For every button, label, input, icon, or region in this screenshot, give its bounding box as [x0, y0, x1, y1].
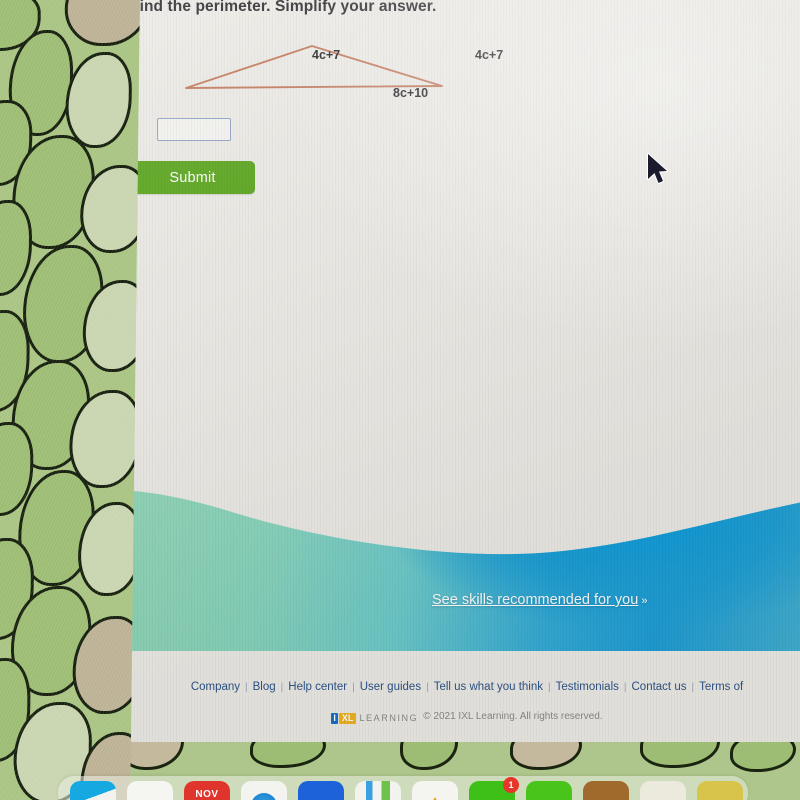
ixl-logo-xl: XL [338, 713, 357, 724]
footer-link-help-center[interactable]: Help center [288, 681, 347, 693]
leaf-texture-grain [0, 0, 141, 800]
footer-link-contact-us[interactable]: Contact us [632, 681, 687, 693]
question-prompt: Find the perimeter. Simplify your answer… [130, 0, 437, 15]
footer-links: Company | Blog | Help center | User guides | Tel… [122, 681, 800, 693]
promo-wave-banner [122, 466, 800, 651]
footer-separator: | [623, 682, 627, 693]
dock-icon-photos-app[interactable] [412, 781, 458, 800]
dock-icon-podcasts-app[interactable] [583, 781, 629, 800]
footer-separator: | [548, 682, 551, 693]
see-skills-link[interactable]: See skills recommended for you» [432, 592, 647, 608]
triangle-label-left-side: 4c+7 [312, 48, 341, 62]
dock-icon-music-app[interactable] [526, 781, 572, 800]
ixl-logo-word: LEARNING [359, 713, 419, 723]
triangle-label-right-side: 4c+7 [475, 48, 504, 62]
dock-icon-messages-badge-app[interactable]: 1 [469, 777, 519, 800]
triangle-figure: 4c+7 4c+7 8c+10 [142, 26, 562, 106]
dock-icon-safari-app[interactable] [241, 781, 287, 800]
footer-separator: | [280, 682, 284, 693]
see-skills-label: See skills recommended for you [432, 592, 639, 608]
dock-icon-settings-app[interactable] [697, 781, 743, 800]
wave-top-mask [122, 466, 800, 555]
footer-separator: | [352, 682, 355, 693]
submit-button[interactable]: Submit [130, 161, 255, 194]
dock-icon-calendar-app[interactable]: NOV [184, 781, 230, 800]
copyright-text: © 2021 IXL Learning. All rights reserved… [423, 711, 603, 722]
dock-icon-files-app[interactable] [127, 781, 173, 800]
page-footer: Company | Blog | Help center | User guides | Tel… [122, 651, 800, 748]
ixl-logo-i: I [331, 713, 338, 724]
dock-icon-mail-app[interactable] [298, 781, 344, 800]
photographed-tablet-screen: Find the perimeter. Simplify your answer… [0, 0, 800, 800]
leaf-pattern-object [0, 0, 141, 800]
triangle-label-base: 8c+10 [393, 86, 429, 100]
tablet-dock: NOV 1 [58, 776, 748, 800]
ixl-question-page: Find the perimeter. Simplify your answer… [122, 0, 800, 748]
footer-separator: | [691, 682, 695, 693]
footer-link-user-guides[interactable]: User guides [360, 681, 421, 693]
ixl-logo: I XL LEARNING [331, 713, 418, 724]
footer-link-testimonials[interactable]: Testimonials [556, 681, 619, 693]
calendar-month-label: NOV [195, 789, 219, 800]
footer-separator: | [245, 682, 248, 693]
dock-icon-maps-app[interactable] [640, 781, 686, 800]
dock-icon-messages-app[interactable] [70, 781, 116, 800]
footer-separator: | [426, 682, 429, 693]
footer-link-company[interactable]: Company [191, 681, 240, 693]
footer-link-blog[interactable]: Blog [253, 681, 276, 693]
footer-link-tell-us-what-you-think[interactable]: Tell us what you think [434, 681, 543, 693]
answer-input[interactable] [157, 118, 231, 141]
notification-badge: 1 [503, 777, 519, 793]
see-skills-arrows: » [641, 595, 648, 607]
footer-link-terms-of[interactable]: Terms of [699, 681, 743, 693]
dock-icon-notes-app[interactable] [355, 781, 401, 800]
footer-copyright: I XL LEARNING © 2021 IXL Learning. All righ… [122, 711, 800, 724]
